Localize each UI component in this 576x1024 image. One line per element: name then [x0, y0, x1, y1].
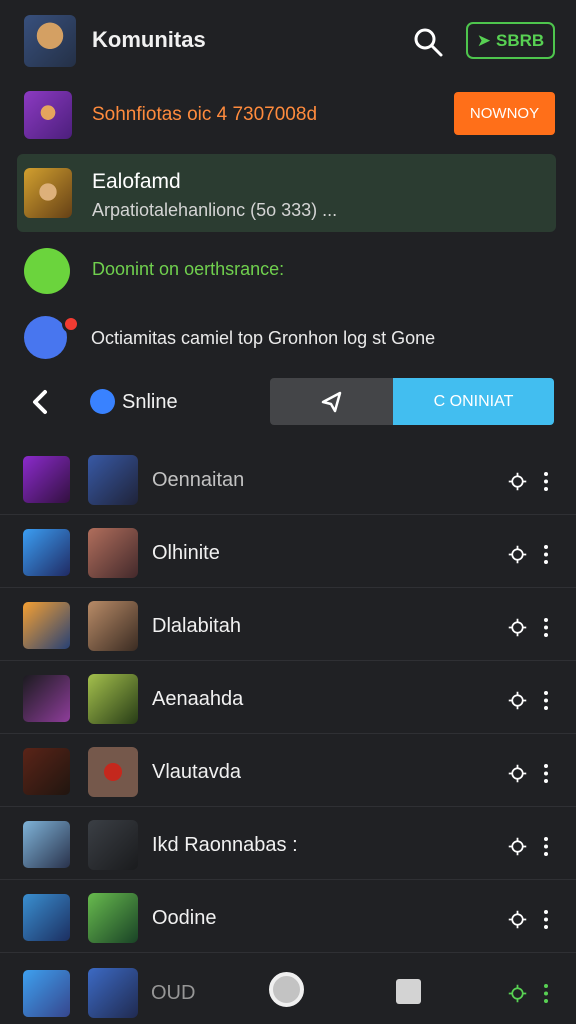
more-options-icon[interactable]: [543, 617, 549, 638]
notification-badge: [62, 315, 80, 333]
gear-icon[interactable]: [507, 763, 528, 784]
more-options-icon[interactable]: [543, 471, 549, 492]
notice-row[interactable]: Octiamitas camiel top Gronhon log st Gon…: [0, 308, 576, 366]
member-name: OUD: [151, 982, 196, 1004]
tabs-row: Snline C ONINIAT: [0, 372, 576, 430]
member-list: Oennaitan Olhinite Dlalabitah Aenaahda V…: [0, 442, 576, 953]
active-member-description: Arpatiotalehanlionc (5o 333) ...: [92, 200, 338, 220]
recent-apps-button[interactable]: [396, 979, 421, 1004]
guild-avatar: [23, 970, 70, 1017]
online-status-icon: [90, 389, 115, 414]
gear-icon[interactable]: [507, 983, 528, 1004]
promo-avatar: [24, 91, 72, 139]
back-arrow-icon[interactable]: [28, 388, 52, 416]
send-icon: [321, 391, 341, 412]
status-text: Doonint on oerthsrance:: [92, 259, 285, 279]
member-avatar: [88, 528, 138, 578]
more-options-icon[interactable]: [543, 836, 549, 857]
active-member-avatar: [24, 168, 72, 218]
notice-text: Octiamitas camiel top Gronhon log st Gon…: [91, 328, 436, 348]
more-options-icon[interactable]: [543, 544, 549, 565]
page-title: Komunitas: [92, 27, 206, 52]
more-options-icon[interactable]: [543, 983, 549, 1004]
gear-icon[interactable]: [507, 617, 528, 638]
guild-avatar: [23, 748, 70, 795]
active-member-card[interactable]: Ealofamd Arpatiotalehanlionc (5o 333) ..…: [17, 154, 556, 232]
member-name: Oennaitan: [152, 469, 245, 491]
member-name: Aenaahda: [152, 688, 244, 710]
member-avatar: [88, 747, 138, 797]
member-name: Dlalabitah: [152, 615, 241, 637]
leaf-icon: [24, 248, 70, 294]
app-header: Komunitas ➤ SBRB: [0, 0, 576, 82]
share-button[interactable]: ➤ SBRB: [466, 22, 555, 59]
arrow-right-icon: ➤: [476, 30, 492, 50]
gear-icon[interactable]: [507, 690, 528, 711]
tab-send[interactable]: [270, 378, 393, 425]
member-avatar: [88, 820, 138, 870]
promo-banner[interactable]: Sohnfiotas oic 4 7307008d NOWNOY: [0, 84, 576, 146]
promo-now-button[interactable]: NOWNOY: [454, 92, 555, 135]
member-name: Vlautavda: [152, 761, 241, 783]
notification-icon: [24, 316, 67, 359]
community-avatar[interactable]: [24, 15, 76, 67]
member-avatar: [88, 674, 138, 724]
bottom-navigation: OUD: [0, 958, 576, 1024]
guild-avatar: [23, 675, 70, 722]
promo-text: Sohnfiotas oic 4 7307008d: [92, 104, 318, 125]
member-avatar: [88, 601, 138, 651]
more-options-icon[interactable]: [543, 763, 549, 784]
online-label: Snline: [122, 391, 178, 413]
member-avatar: [88, 968, 138, 1018]
member-name: Ikd Raonnabas :: [152, 834, 298, 856]
segmented-control: C ONINIAT: [270, 378, 554, 425]
member-avatar: [88, 455, 138, 505]
guild-avatar: [23, 821, 70, 868]
status-row[interactable]: Doonint on oerthsrance:: [0, 240, 576, 302]
list-item[interactable]: Oennaitan: [0, 442, 576, 515]
search-icon[interactable]: [412, 26, 444, 58]
gear-icon[interactable]: [507, 909, 528, 930]
list-item[interactable]: Ikd Raonnabas :: [0, 807, 576, 880]
active-member-name: Ealofamd: [92, 170, 181, 193]
gear-icon[interactable]: [507, 544, 528, 565]
tab-right[interactable]: C ONINIAT: [393, 378, 554, 425]
guild-avatar: [23, 602, 70, 649]
gear-icon[interactable]: [507, 836, 528, 857]
member-avatar: [88, 893, 138, 943]
list-item[interactable]: Dlalabitah: [0, 588, 576, 661]
guild-avatar: [23, 894, 70, 941]
list-item[interactable]: Olhinite: [0, 515, 576, 588]
guild-avatar: [23, 456, 70, 503]
list-item[interactable]: Vlautavda: [0, 734, 576, 807]
more-options-icon[interactable]: [543, 909, 549, 930]
gear-icon[interactable]: [507, 471, 528, 492]
member-name: Oodine: [152, 907, 217, 929]
more-options-icon[interactable]: [543, 690, 549, 711]
home-button[interactable]: [269, 972, 304, 1007]
list-item[interactable]: Oodine: [0, 880, 576, 953]
share-button-label: SBRB: [496, 30, 545, 50]
member-name: Olhinite: [152, 542, 220, 564]
guild-avatar: [23, 529, 70, 576]
list-item[interactable]: Aenaahda: [0, 661, 576, 734]
